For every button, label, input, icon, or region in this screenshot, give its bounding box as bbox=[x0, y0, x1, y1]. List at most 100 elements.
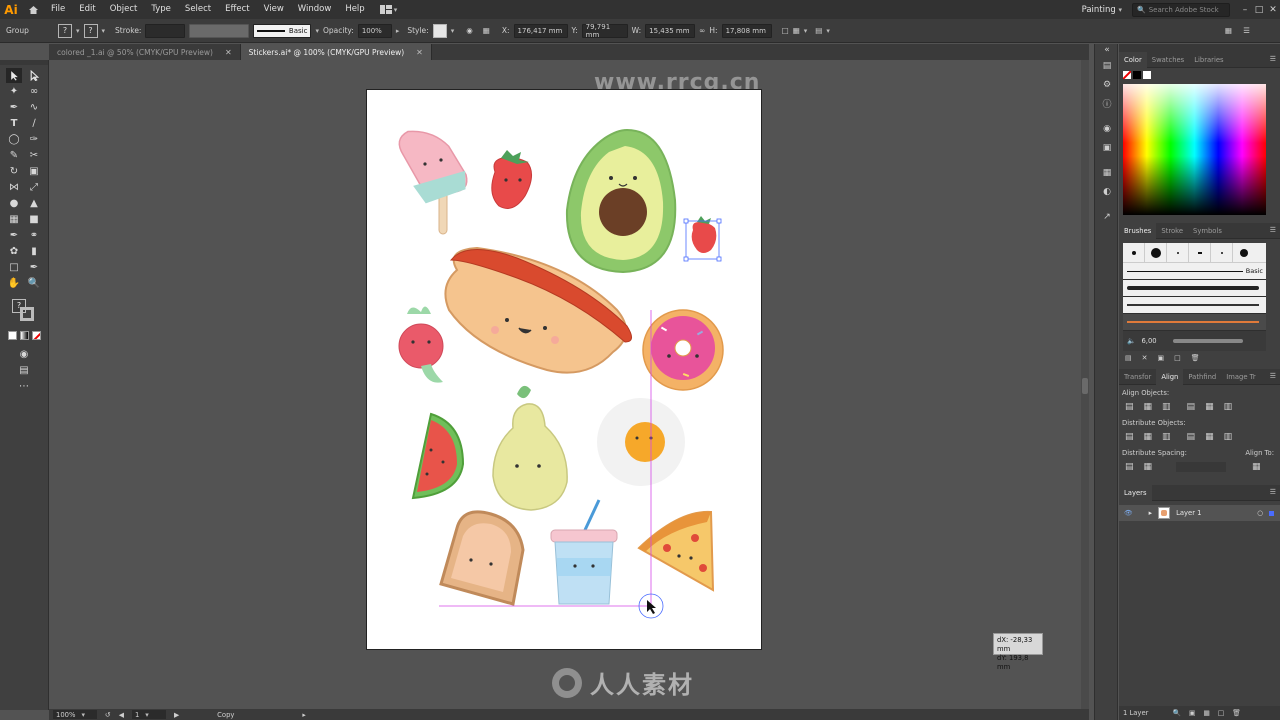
delete-layer-icon[interactable]: 🗑 bbox=[1232, 709, 1241, 717]
magic-wand-icon[interactable]: ✦ bbox=[6, 84, 22, 99]
slice-tool-icon[interactable]: ✒ bbox=[26, 260, 42, 275]
width-tool-icon[interactable]: ⋈ bbox=[6, 180, 22, 195]
close-icon[interactable]: ✕ bbox=[225, 48, 232, 57]
chevron-right-icon[interactable]: ▸ bbox=[396, 27, 400, 35]
shape-builder-icon[interactable]: ● bbox=[6, 196, 22, 211]
type-tool-icon[interactable]: T bbox=[6, 116, 22, 131]
gradient-panel-icon[interactable]: ▦ bbox=[1095, 163, 1119, 182]
fill-stroke-swatches[interactable]: ? bbox=[10, 299, 38, 321]
align-vcenter-icon[interactable]: ▦ bbox=[1205, 402, 1214, 412]
menu-icon[interactable]: ☰ bbox=[1243, 26, 1250, 35]
tab-image-trace[interactable]: Image Tr bbox=[1221, 369, 1260, 385]
properties-icon[interactable]: ▤ bbox=[1095, 56, 1119, 75]
tab-symbols[interactable]: Symbols bbox=[1188, 223, 1227, 239]
selection-tool-icon[interactable] bbox=[6, 67, 22, 83]
distribute-bottom-icon[interactable]: ▥ bbox=[1162, 432, 1171, 442]
variable-width-field[interactable] bbox=[189, 23, 250, 38]
align-left-icon[interactable]: ▤ bbox=[1125, 402, 1134, 412]
distribute-hcenter-icon[interactable]: ▦ bbox=[1205, 432, 1214, 442]
search-icon[interactable]: 🔍 bbox=[1172, 709, 1180, 717]
height-field[interactable]: 17,808 mm bbox=[721, 23, 772, 38]
new-layer-icon[interactable]: □ bbox=[1218, 709, 1224, 717]
change-screen-mode-icon[interactable]: ▤ bbox=[16, 363, 32, 378]
status-menu-icon[interactable]: ▸ bbox=[302, 711, 305, 719]
tab-align[interactable]: Align bbox=[1156, 368, 1184, 385]
align-bottom-icon[interactable]: ▥ bbox=[1224, 402, 1233, 412]
symbol-sprayer-icon[interactable]: ✿ bbox=[6, 244, 22, 259]
chevron-down-icon[interactable]: ▾ bbox=[102, 27, 106, 35]
width-field[interactable]: 15,435 mm bbox=[645, 23, 696, 38]
tab-stickers[interactable]: Stickers.ai* @ 100% (CMYK/GPU Preview) ✕ bbox=[240, 44, 432, 60]
none-mode-icon[interactable] bbox=[31, 330, 41, 340]
paintbrush-icon[interactable]: ✑ bbox=[26, 132, 42, 147]
align-to-selection-icon[interactable]: ▦ bbox=[1252, 462, 1261, 472]
spacing-field[interactable] bbox=[1176, 462, 1227, 472]
zoom-tool-icon[interactable]: 🔍 bbox=[26, 276, 42, 291]
scissors-icon[interactable]: ✂ bbox=[26, 148, 42, 163]
isolate-icon[interactable]: ▦ bbox=[793, 26, 800, 35]
lasso-icon[interactable]: ∞ bbox=[26, 84, 42, 99]
make-clipping-mask-icon[interactable]: ▣ bbox=[1189, 709, 1195, 717]
panel-menu-icon[interactable]: ☰ bbox=[1270, 55, 1276, 63]
rotate-tool-icon[interactable]: ↻ bbox=[6, 164, 22, 179]
draw-mode-icon[interactable]: ◉ bbox=[16, 347, 32, 362]
stroke-weight-field[interactable] bbox=[145, 23, 186, 38]
chevron-down-icon[interactable]: ▾ bbox=[826, 27, 830, 35]
white-swatch[interactable] bbox=[1143, 71, 1151, 79]
next-artboard-icon[interactable]: ▶ bbox=[174, 711, 179, 719]
y-field[interactable]: 79,791 mm bbox=[581, 23, 628, 39]
target-icon[interactable]: ○ bbox=[1257, 509, 1263, 517]
curvature-tool-icon[interactable]: ∿ bbox=[26, 100, 42, 115]
color-mode-icon[interactable] bbox=[7, 330, 17, 340]
menu-edit[interactable]: Edit bbox=[72, 0, 102, 19]
delete-brush-icon[interactable]: 🗑 bbox=[1191, 354, 1200, 362]
align-grid-icon[interactable]: ▦ bbox=[483, 26, 490, 35]
opacity-field[interactable]: 100% bbox=[357, 23, 392, 38]
canvas-area[interactable]: www.rrcg.cn dX: -28,33 mm dY: 193,8 mm 人… bbox=[49, 60, 1089, 710]
align-top-icon[interactable]: ▤ bbox=[1187, 402, 1196, 412]
brushes-list[interactable]: Basic 🔈 6,00 bbox=[1123, 242, 1266, 351]
workspace-switcher[interactable]: Painting ▾ bbox=[1082, 5, 1122, 15]
panel-menu-icon[interactable]: ☰ bbox=[1270, 226, 1276, 234]
transparency-icon[interactable]: ◐ bbox=[1095, 182, 1119, 201]
brush-orange[interactable] bbox=[1123, 314, 1266, 331]
distribute-left-icon[interactable]: ▤ bbox=[1187, 432, 1196, 442]
arrange-documents-icon[interactable]: ▾ bbox=[379, 3, 406, 17]
perspective-grid-icon[interactable]: ▲ bbox=[26, 196, 42, 211]
panel-menu-icon[interactable]: ☰ bbox=[1270, 372, 1276, 380]
export-icon[interactable]: ↗ bbox=[1095, 207, 1119, 226]
menu-object[interactable]: Object bbox=[103, 0, 145, 19]
artboard[interactable]: dX: -28,33 mm dY: 193,8 mm bbox=[366, 89, 1043, 671]
none-swatch[interactable] bbox=[1123, 71, 1131, 79]
menu-view[interactable]: View bbox=[257, 0, 291, 19]
selection-indicator[interactable] bbox=[1269, 510, 1274, 516]
menu-type[interactable]: Type bbox=[144, 0, 178, 19]
menu-select[interactable]: Select bbox=[178, 0, 218, 19]
tab-pathfinder[interactable]: Pathfind bbox=[1183, 369, 1221, 385]
artboard-select[interactable]: 1 ▾ bbox=[131, 710, 166, 719]
layer-row[interactable]: 👁 ▸ Layer 1 ○ bbox=[1119, 505, 1280, 521]
remove-stroke-icon[interactable]: ✕ bbox=[1142, 354, 1148, 362]
align-hcenter-icon[interactable]: ▦ bbox=[1144, 402, 1153, 412]
tab-transform[interactable]: Transfor bbox=[1119, 369, 1156, 385]
brush-charcoal[interactable] bbox=[1123, 280, 1266, 297]
brush-dash[interactable] bbox=[1189, 242, 1211, 263]
tab-colored[interactable]: colored _1.ai @ 50% (CMYK/GPU Preview) ✕ bbox=[49, 44, 241, 60]
recolor-icon[interactable]: ◉ bbox=[466, 26, 473, 35]
menu-effect[interactable]: Effect bbox=[218, 0, 256, 19]
expand-chevron-icon[interactable]: ▸ bbox=[1149, 509, 1152, 517]
shaper-tool-icon[interactable]: ✎ bbox=[6, 148, 22, 163]
new-brush-icon[interactable]: □ bbox=[1174, 354, 1181, 362]
artboard-tool-icon[interactable]: □ bbox=[6, 260, 22, 275]
info-icon[interactable]: ⓘ bbox=[1095, 94, 1119, 113]
direct-selection-tool-icon[interactable] bbox=[26, 68, 42, 83]
pen-tool-icon[interactable]: ✒ bbox=[6, 100, 22, 115]
brush-dot-tiny-2[interactable] bbox=[1211, 242, 1233, 263]
tab-layers[interactable]: Layers bbox=[1119, 484, 1152, 501]
tab-color[interactable]: Color bbox=[1119, 51, 1147, 68]
panel-grip[interactable] bbox=[0, 60, 48, 65]
chevron-down-icon[interactable]: ▾ bbox=[315, 27, 319, 35]
scrollbar-thumb[interactable] bbox=[1082, 378, 1088, 394]
align-right-icon[interactable]: ▥ bbox=[1162, 402, 1171, 412]
distribute-right-icon[interactable]: ▥ bbox=[1224, 432, 1233, 442]
